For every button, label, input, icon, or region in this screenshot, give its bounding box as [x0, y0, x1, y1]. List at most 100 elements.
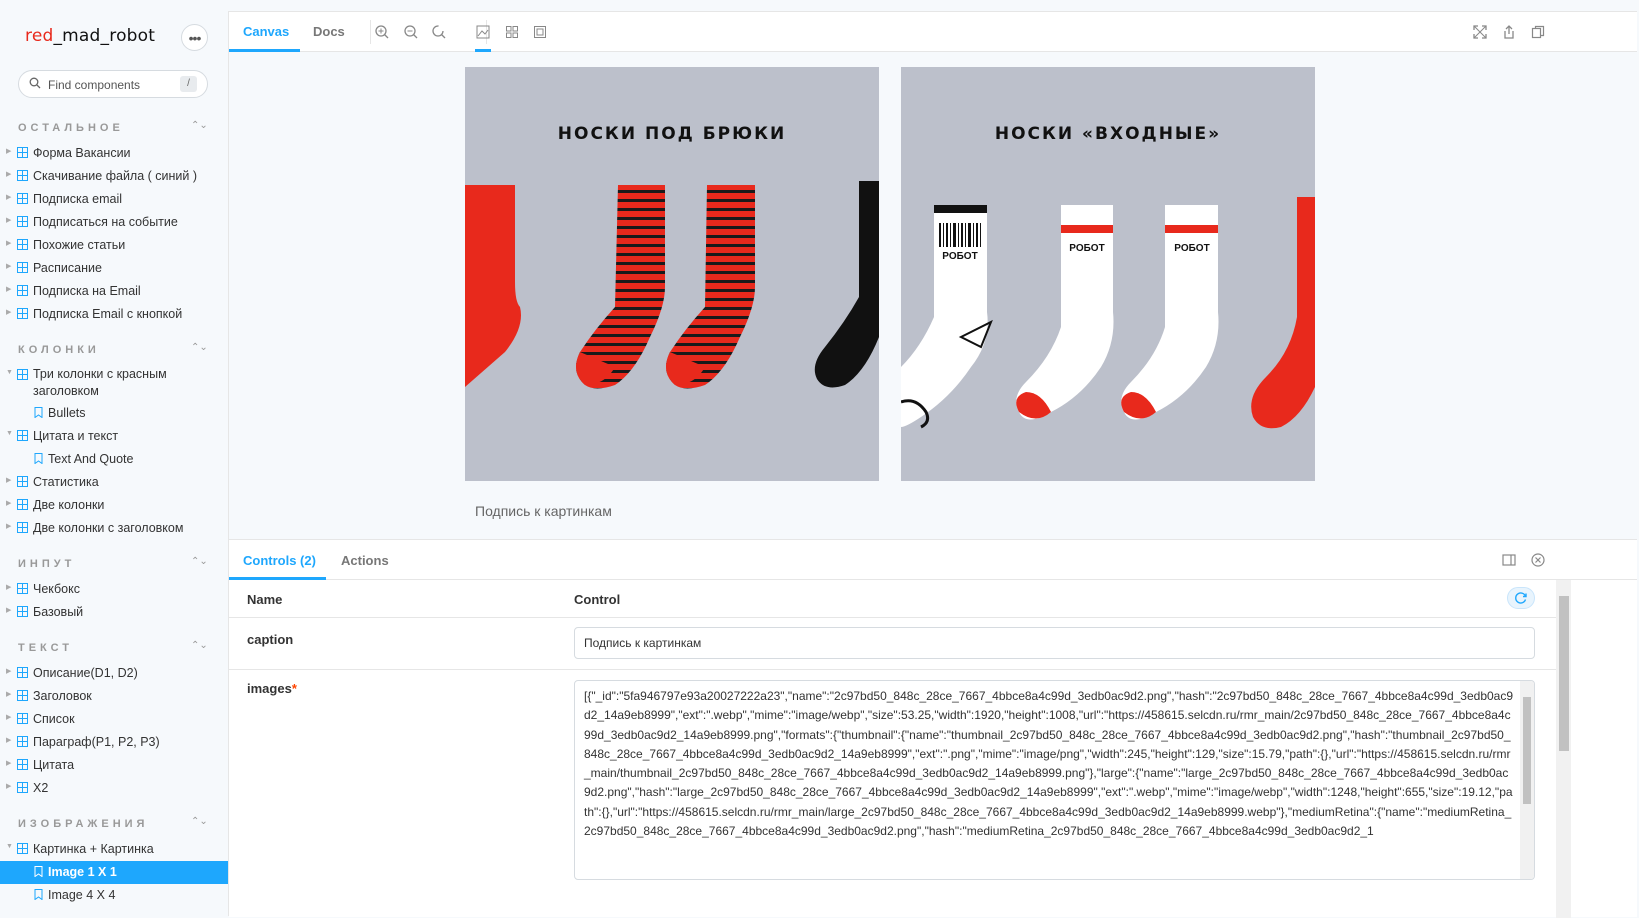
sidebar-story-bullets[interactable]: Bullets [0, 402, 228, 425]
fullscreen-icon[interactable] [1472, 24, 1488, 40]
sock-label: РОБОТ [942, 251, 977, 262]
share-icon[interactable] [1501, 24, 1517, 40]
sidebar-item[interactable]: ▶ Скачивание файла ( синий ) [0, 165, 228, 188]
sidebar-item[interactable]: ▶ Две колонки с заголовком [0, 517, 228, 540]
controls-table-header: Name Control [229, 580, 1556, 618]
collapsed-arrow-icon: ▶ [6, 523, 12, 530]
sidebar-item-label: Чекбокс [33, 582, 80, 596]
search-box[interactable]: Find components / [18, 70, 208, 98]
sidebar-item[interactable]: ▶ Форма Вакансии [0, 142, 228, 165]
images-json-textarea[interactable]: [{"_id":"5fa946797e93a20027222a23","name… [574, 680, 1535, 880]
collapse-icon[interactable]: ⌃⌄ [191, 816, 208, 827]
tab-actions[interactable]: Actions [341, 553, 389, 568]
preview-canvas: НОСКИ ПОД БРЮКИ НОСКИ «ВХОДНЫЕ» РОБОТ РО… [229, 52, 1637, 539]
sidebar-item[interactable]: ▶ Список [0, 708, 228, 731]
sidebar-item[interactable]: ▶ Похожие статьи [0, 234, 228, 257]
sidebar-item-three-columns[interactable]: ▼ Три колонки с красным заголовком [0, 364, 228, 402]
story-icon [34, 407, 43, 418]
zoom-out-icon[interactable] [403, 24, 419, 40]
sidebar-item[interactable]: ▶ Базовый [0, 601, 228, 624]
sidebar-item[interactable]: ▶ Подписка email [0, 188, 228, 211]
sidebar-item-label: Описание(D1, D2) [33, 666, 138, 680]
collapsed-arrow-icon: ▶ [6, 240, 12, 247]
zoom-in-icon[interactable] [374, 24, 390, 40]
brand-logo[interactable]: red_mad_robot [25, 26, 155, 46]
panel-scrollbar[interactable] [1556, 580, 1571, 918]
group-header-other[interactable]: ОСТАЛЬНОЕ ⌃⌄ [0, 116, 228, 142]
socks-pants-illustration [465, 181, 879, 389]
scrollbar-thumb[interactable] [1559, 596, 1569, 751]
component-icon [17, 843, 28, 854]
control-name-caption: caption [247, 632, 294, 647]
sidebar-item-label: Две колонки с заголовком [33, 521, 184, 535]
image-right: НОСКИ «ВХОДНЫЕ» РОБОТ РОБОТ РОБОТ [901, 67, 1315, 481]
sidebar-item-label: Форма Вакансии [33, 146, 131, 160]
sidebar-item[interactable]: ▶ Заголовок [0, 685, 228, 708]
sock-label: РОБОТ [1174, 243, 1209, 254]
sidebar-item[interactable]: ▶ Описание(D1, D2) [0, 662, 228, 685]
sidebar-story-text-and-quote[interactable]: Text And Quote [0, 448, 228, 471]
tab-docs[interactable]: Docs [313, 24, 345, 39]
sidebar-story-image-4x4[interactable]: Image 4 X 4 [0, 884, 228, 907]
close-icon[interactable] [1530, 552, 1546, 568]
sidebar-item-quote-text[interactable]: ▼ Цитата и текст [0, 425, 228, 448]
reset-controls-button[interactable] [1507, 587, 1535, 609]
sidebar-item[interactable]: ▶ Две колонки [0, 494, 228, 517]
sidebar-item-label: Подписка Email с кнопкой [33, 307, 183, 321]
sidebar-item[interactable]: ▶ Подписка на Email [0, 280, 228, 303]
background-icon[interactable] [475, 24, 491, 40]
sidebar-item[interactable]: ▶ Статистика [0, 471, 228, 494]
component-icon [17, 713, 28, 724]
sidebar-item-label: Text And Quote [48, 452, 134, 466]
sidebar-item[interactable]: ▶ Цитата [0, 754, 228, 777]
control-row-caption: caption Подпись к картинкам [229, 618, 1556, 670]
sidebar-item[interactable]: ▶ Чекбокс [0, 578, 228, 601]
tab-canvas[interactable]: Canvas [243, 24, 289, 39]
collapse-icon[interactable]: ⌃⌄ [191, 120, 208, 131]
group-header-text[interactable]: ТЕКСТ ⌃⌄ [0, 636, 228, 662]
sidebar-item-label: Параграф(P1, P2, P3) [33, 735, 160, 749]
scrollbar-thumb[interactable] [1523, 697, 1531, 804]
sidebar-item-label: Подписаться на событие [33, 215, 178, 229]
grid-icon[interactable] [504, 24, 520, 40]
group-header-columns[interactable]: КОЛОНКИ ⌃⌄ [0, 338, 228, 364]
collapse-icon[interactable]: ⌃⌄ [191, 556, 208, 567]
component-icon [17, 736, 28, 747]
group-label: ИЗОБРАЖЕНИЯ [18, 818, 149, 830]
component-icon [17, 193, 28, 204]
collapse-icon[interactable]: ⌃⌄ [191, 640, 208, 651]
outline-icon[interactable] [532, 24, 548, 40]
sidebar-item[interactable]: ▶ X2 [0, 777, 228, 800]
group-header-input[interactable]: ИНПУТ ⌃⌄ [0, 552, 228, 578]
tab-controls[interactable]: Controls (2) [243, 553, 316, 568]
sidebar-item-label: Цитата [33, 758, 75, 772]
sidebar-item-image-image[interactable]: ▼ Картинка + Картинка [0, 838, 228, 861]
collapse-icon[interactable]: ⌃⌄ [191, 342, 208, 353]
component-icon [17, 216, 28, 227]
textarea-scrollbar[interactable] [1520, 681, 1534, 879]
group-label: КОЛОНКИ [18, 344, 100, 356]
copy-link-icon[interactable] [1530, 24, 1546, 40]
zoom-reset-icon[interactable] [431, 24, 447, 40]
sidebar-item-label: Три колонки с красным заголовком [33, 367, 167, 398]
sidebar-item[interactable]: ▶ Расписание [0, 257, 228, 280]
sidebar-item-label: Image 4 X 4 [48, 888, 116, 902]
addons-panel: Controls (2) Actions Name Control captio… [229, 539, 1637, 918]
expanded-arrow-icon: ▼ [6, 369, 13, 376]
sidebar-story-image-1x1[interactable]: Image 1 X 1 [0, 861, 228, 884]
more-menu-button[interactable]: ••• [181, 24, 208, 51]
sidebar-item-label: Подписка на Email [33, 284, 141, 298]
sidebar-item-label: Расписание [33, 261, 102, 275]
collapsed-arrow-icon: ▶ [6, 607, 12, 614]
sidebar-item[interactable]: ▶ Подписка Email с кнопкой [0, 303, 228, 326]
sidebar-item[interactable]: ▶ Параграф(P1, P2, P3) [0, 731, 228, 754]
sidebar-item[interactable]: ▶ Подписаться на событие [0, 211, 228, 234]
panel-layout-icon[interactable] [1501, 552, 1517, 568]
search-input[interactable]: Find components [48, 78, 140, 92]
caption-input[interactable]: Подпись к картинкам [574, 627, 1535, 659]
expanded-arrow-icon: ▼ [6, 843, 13, 850]
component-icon [17, 285, 28, 296]
group-header-images[interactable]: ИЗОБРАЖЕНИЯ ⌃⌄ [0, 812, 228, 838]
group-label: ОСТАЛЬНОЕ [18, 122, 124, 134]
control-name-text: images [247, 681, 292, 696]
